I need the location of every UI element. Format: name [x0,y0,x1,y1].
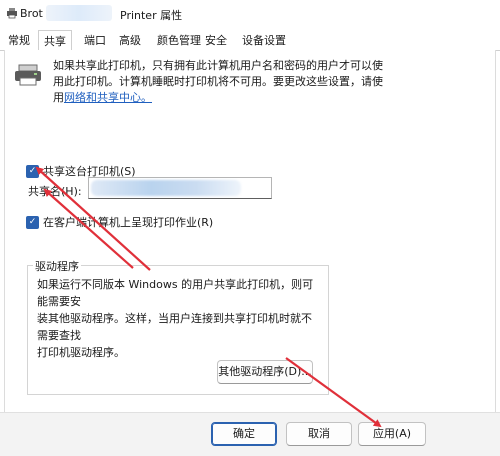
printer-icon [7,8,17,19]
additional-drivers-button[interactable]: 其他驱动程序(D)... [217,360,313,384]
title-bar: Brot Printer 属性 [0,0,500,28]
redacted-printer-name [46,5,112,21]
share-printer-checkbox[interactable]: ✓ [26,164,39,178]
intro-line-1: 如果共享此打印机，只有拥有此计算机用户名和密码的用户才可以使 [53,59,383,72]
tab-device-settings[interactable]: 设备设置 [237,32,291,50]
ok-button[interactable]: 确定 [211,422,277,446]
drivers-line-1: 如果运行不同版本 Windows 的用户共享此打印机，则可能需要安 [37,278,314,308]
intro-line-3-prefix: 用 [53,91,64,104]
render-jobs-checkbox[interactable]: ✓ [26,215,39,229]
network-sharing-center-link[interactable]: 网络和共享中心。 [64,91,152,104]
tab-advanced[interactable]: 高级 [114,32,146,50]
drivers-line-3: 打印机驱动程序。 [37,346,125,359]
cancel-button[interactable]: 取消 [286,422,352,446]
window-title-prefix: Brot [20,7,43,20]
redacted-share-name [91,180,241,196]
tab-security[interactable]: 安全 [200,32,232,50]
drivers-description: 如果运行不同版本 Windows 的用户共享此打印机，则可能需要安 装其他驱动程… [37,276,322,361]
tab-strip: 常规 共享 端口 高级 颜色管理 安全 设备设置 [0,30,500,53]
intro-line-2: 用此打印机。计算机睡眠时打印机将不可用。要更改这些设置，请使 [53,75,383,88]
tab-ports[interactable]: 端口 [79,32,111,50]
tab-general[interactable]: 常规 [3,32,35,50]
printer-large-icon [15,64,41,86]
drivers-line-2: 装其他驱动程序。这样，当用户连接到共享打印机时就不需要查找 [37,312,312,342]
tab-color-management[interactable]: 颜色管理 [152,32,206,50]
share-name-input[interactable] [88,177,272,199]
apply-button[interactable]: 应用(A) [358,422,426,446]
window-title-suffix: Printer 属性 [120,9,183,22]
drivers-group-title: 驱动程序 [33,258,81,274]
sharing-description: 如果共享此打印机，只有拥有此计算机用户名和密码的用户才可以使 用此打印机。计算机… [53,58,483,106]
intro-line-3: 用网络和共享中心。 [53,90,483,106]
share-name-label: 共享名(H): [28,185,82,198]
render-jobs-checkbox-row[interactable]: ✓ 在客户端计算机上呈现打印作业(R) [26,214,213,230]
render-jobs-label: 在客户端计算机上呈现打印作业(R) [43,216,214,229]
